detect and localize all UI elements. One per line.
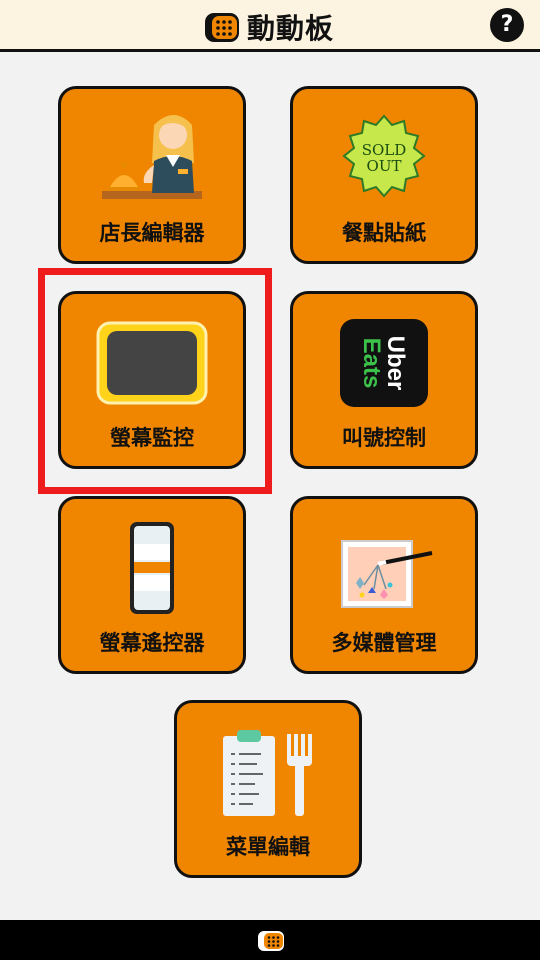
tile-screen-monitor[interactable]: 螢幕監控 xyxy=(58,291,246,469)
tile-label: 店長編輯器 xyxy=(99,221,205,245)
tile-label: 菜單編輯 xyxy=(226,835,310,859)
screen-monitor-icon xyxy=(96,321,208,405)
sold-out-sticker-icon: SOLD OUT xyxy=(342,114,426,198)
footer-logo-icon xyxy=(258,931,284,951)
tile-meal-sticker[interactable]: SOLD OUT 餐點貼紙 xyxy=(290,86,478,264)
app-header: 動動板 ? xyxy=(0,0,540,52)
help-button[interactable]: ? xyxy=(490,8,524,42)
tile-shopkeeper-editor[interactable]: 店長編輯器 xyxy=(58,86,246,264)
tile-label: 叫號控制 xyxy=(342,426,426,450)
sticker-text-bottom: OUT xyxy=(367,157,402,175)
app-title: 動動板 xyxy=(247,12,335,45)
menu-clipboard-fork-icon xyxy=(223,730,312,816)
tile-label: 餐點貼紙 xyxy=(342,221,426,245)
shopkeeper-icon xyxy=(102,115,202,199)
bottom-bar xyxy=(0,920,540,960)
eats-text: Eats xyxy=(358,338,385,389)
tile-label: 多媒體管理 xyxy=(331,631,437,655)
phone-remote-icon xyxy=(130,522,174,614)
brand: 動動板 xyxy=(203,8,334,46)
tile-menu-editor[interactable]: 菜單編輯 xyxy=(174,700,362,878)
tile-media-management[interactable]: 多媒體管理 xyxy=(290,496,478,674)
uber-eats-icon: Uber Eats xyxy=(340,319,428,407)
app-logo-icon xyxy=(205,13,239,42)
tile-label: 螢幕遙控器 xyxy=(99,631,205,655)
media-picture-icon xyxy=(341,540,433,608)
tile-call-number-control[interactable]: Uber Eats 叫號控制 xyxy=(290,291,478,469)
uber-text: Uber xyxy=(382,336,409,391)
tile-label: 螢幕監控 xyxy=(110,426,194,450)
tile-screen-remote[interactable]: 螢幕遙控器 xyxy=(58,496,246,674)
